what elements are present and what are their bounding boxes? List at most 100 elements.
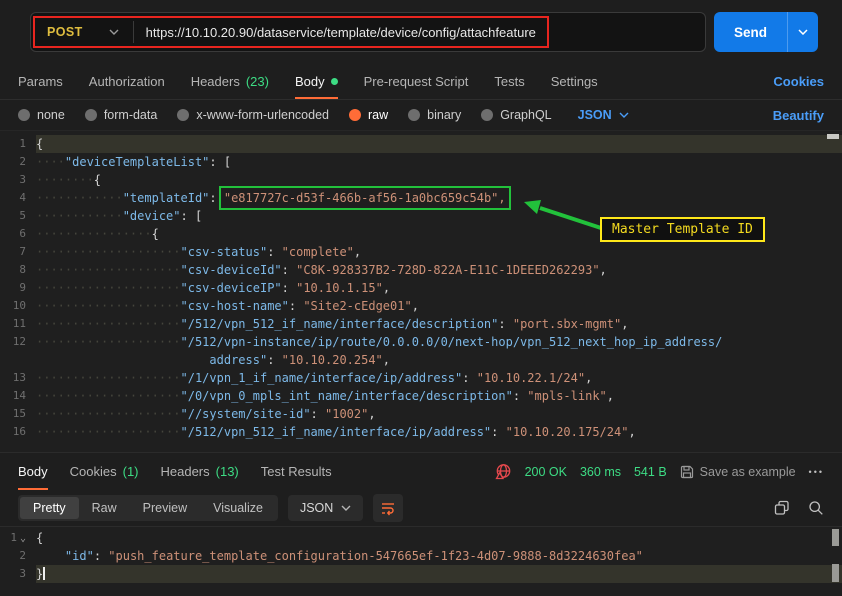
token: "templateId" xyxy=(123,191,210,205)
copy-icon[interactable] xyxy=(774,500,790,516)
wrap-lines-button[interactable] xyxy=(373,494,403,522)
response-language-select[interactable]: JSON xyxy=(288,495,363,521)
save-icon xyxy=(680,465,694,479)
code-text: ····················"csv-deviceId": "C8K… xyxy=(36,261,842,279)
search-icon[interactable] xyxy=(808,500,824,516)
mode-none[interactable]: none xyxy=(18,108,65,122)
token: "10.10.20.254" xyxy=(282,353,383,367)
response-size[interactable]: 541 B xyxy=(634,465,667,479)
mode-x-www-form-urlencoded[interactable]: x-www-form-urlencoded xyxy=(177,108,329,122)
tab-pre-request-script[interactable]: Pre-request Script xyxy=(364,64,469,99)
mode-binary[interactable]: binary xyxy=(408,108,461,122)
line-number: 14 xyxy=(0,387,36,405)
view-pretty[interactable]: Pretty xyxy=(20,497,79,519)
token: "10.10.22.1/24" xyxy=(477,371,585,385)
token: ···················· xyxy=(36,263,181,277)
radio-icon xyxy=(408,109,420,121)
method-dropdown[interactable]: POST xyxy=(31,25,133,39)
chevron-down-icon xyxy=(109,29,119,35)
status-code[interactable]: 200 OK xyxy=(525,465,567,479)
token: ···················· xyxy=(36,335,181,349)
chevron-down-icon xyxy=(619,112,629,118)
radio-icon xyxy=(85,109,97,121)
code-line: 1⌄{ xyxy=(0,529,842,547)
tab-headers[interactable]: Headers(23) xyxy=(191,64,269,99)
token: ············ xyxy=(36,209,123,223)
editor-scrollbar-thumb[interactable] xyxy=(827,134,839,139)
code-text: address": "10.10.20.254", xyxy=(36,351,842,369)
body-language-select[interactable]: JSON xyxy=(578,108,629,122)
line-number: 10 xyxy=(0,297,36,315)
view-visualize[interactable]: Visualize xyxy=(200,497,276,519)
editor-scrollbar-thumb[interactable] xyxy=(832,529,839,546)
mode-raw[interactable]: raw xyxy=(349,108,388,122)
token: : xyxy=(267,353,281,367)
response-tab-test-results[interactable]: Test Results xyxy=(261,453,332,490)
code-line: 13····················"/1/vpn_1_if_name/… xyxy=(0,369,842,387)
code-text: ····················"csv-host-name": "Si… xyxy=(36,297,842,315)
code-text: } xyxy=(36,565,842,583)
token: "Site2-cEdge01" xyxy=(303,299,411,313)
response-time[interactable]: 360 ms xyxy=(580,465,621,479)
token: , xyxy=(383,281,390,295)
tab-settings[interactable]: Settings xyxy=(551,64,598,99)
token: "/0/vpn_0_mpls_int_name/interface/descri… xyxy=(181,389,513,403)
token: "1002" xyxy=(325,407,368,421)
tab-authorization[interactable]: Authorization xyxy=(89,64,165,99)
more-options-button[interactable]: ••• xyxy=(809,467,824,477)
tab-tests[interactable]: Tests xyxy=(494,64,524,99)
token: ···················· xyxy=(36,389,181,403)
response-tab-cookies[interactable]: Cookies(1) xyxy=(70,453,139,490)
code-line: 1{ xyxy=(0,135,842,153)
line-number: 13 xyxy=(0,369,36,387)
send-options-button[interactable] xyxy=(787,12,818,52)
code-line: 16····················"/512/vpn_512_if_n… xyxy=(0,423,842,441)
response-tab-headers[interactable]: Headers(13) xyxy=(161,453,239,490)
view-preview[interactable]: Preview xyxy=(130,497,200,519)
token: "//system/site-id" xyxy=(181,407,311,421)
line-number: 11 xyxy=(0,315,36,333)
token: { xyxy=(152,227,159,241)
token: { xyxy=(94,173,101,187)
token: ············ xyxy=(36,191,123,205)
mode-graphql[interactable]: GraphQL xyxy=(481,108,551,122)
response-status-group: 200 OK 360 ms 541 B Save as example ••• xyxy=(495,453,824,490)
fold-chevron-icon[interactable]: ⌄ xyxy=(17,533,26,544)
token: "csv-host-name" xyxy=(181,299,289,313)
radio-icon xyxy=(18,109,30,121)
code-line: 8····················"csv-deviceId": "C8… xyxy=(0,261,842,279)
token: : xyxy=(311,407,325,421)
code-text: ····················"/512/vpn-instance/i… xyxy=(36,333,842,351)
unsaved-dot-icon xyxy=(331,78,338,85)
send-button[interactable]: Send xyxy=(714,12,818,52)
line-number: 1 xyxy=(0,135,36,153)
tab-body[interactable]: Body xyxy=(295,64,338,99)
view-raw[interactable]: Raw xyxy=(79,497,130,519)
code-line: address": "10.10.20.254", xyxy=(0,351,842,369)
code-text: ····················"csv-deviceIP": "10.… xyxy=(36,279,842,297)
line-number: 6 xyxy=(0,225,36,243)
tab-params[interactable]: Params xyxy=(18,64,63,99)
token: "C8K-928337B2-728D-822A-E11C-1DEEED26229… xyxy=(296,263,599,277)
token: "/512/vpn_512_if_name/interface/descript… xyxy=(181,317,499,331)
url-input[interactable] xyxy=(134,25,705,40)
mode-form-data[interactable]: form-data xyxy=(85,108,158,122)
save-as-example-button[interactable]: Save as example xyxy=(680,465,796,479)
line-number: 8 xyxy=(0,261,36,279)
token: ···················· xyxy=(36,245,181,259)
response-body-editor[interactable]: 1⌄{2 "id": "push_feature_template_config… xyxy=(0,526,842,596)
line-number: 2 xyxy=(0,547,36,565)
token: "10.10.20.175/24" xyxy=(506,425,629,439)
token: ···················· xyxy=(36,299,181,313)
response-tool-icons xyxy=(774,500,824,516)
editor-scrollbar-thumb[interactable] xyxy=(832,564,839,582)
cookies-link[interactable]: Cookies xyxy=(773,74,824,89)
code-text: ····"deviceTemplateList": [ xyxy=(36,153,842,171)
beautify-link[interactable]: Beautify xyxy=(773,108,824,123)
request-body-editor[interactable]: 1{2····"deviceTemplateList": [3········{… xyxy=(0,130,842,452)
token: : xyxy=(94,549,108,563)
response-tab-body[interactable]: Body xyxy=(18,453,48,490)
ssl-warning-globe-icon[interactable] xyxy=(495,463,512,480)
token xyxy=(36,549,65,563)
line-number: 16 xyxy=(0,423,36,441)
